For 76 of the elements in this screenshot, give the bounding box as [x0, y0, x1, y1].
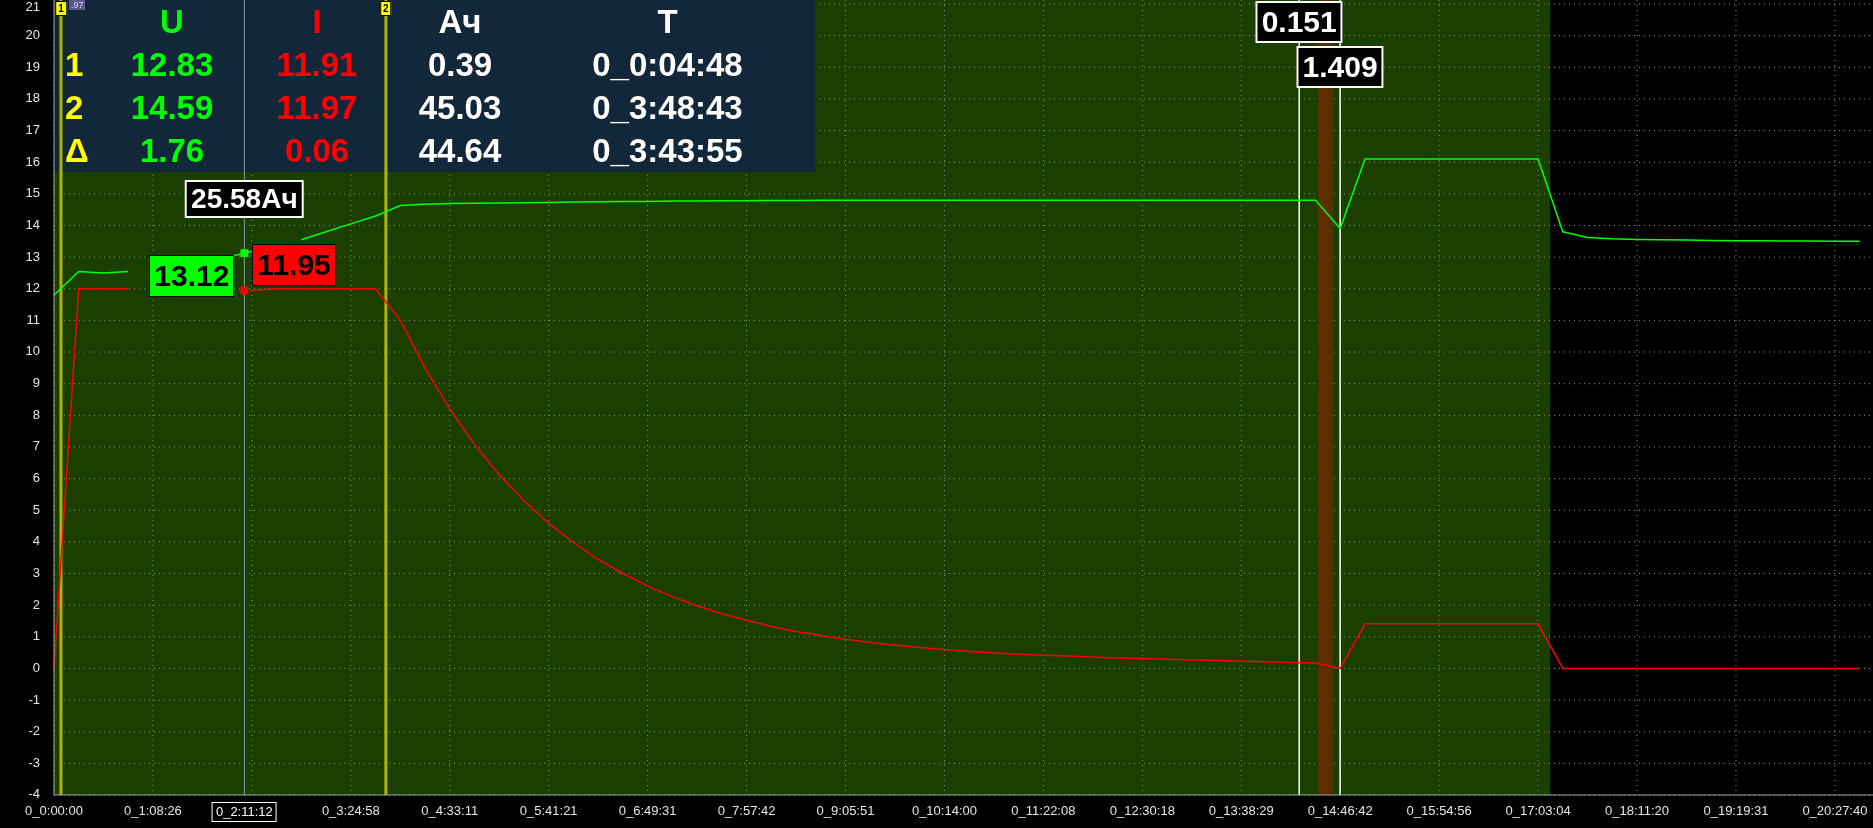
axis-tick-label: 19	[25, 58, 40, 74]
value-label: 25.58Ач	[185, 179, 304, 218]
axis-tick-label: 1	[32, 628, 40, 644]
table-cell-text: 45.03	[418, 88, 502, 128]
axis-tick-label: 0_0:00:00	[25, 803, 83, 819]
axis-tick-label: 0_5:41:21	[519, 803, 578, 819]
axis-tick-label: 10	[25, 343, 40, 359]
axis-tick-label: 21	[25, 0, 40, 15]
axis-tick-label: 0_9:05:51	[816, 803, 875, 819]
value-label: 1.409	[1296, 46, 1384, 88]
data-point	[240, 286, 249, 295]
axis-tick-label: 17	[25, 122, 40, 137]
table-cell-text: 0_0:04:48	[592, 45, 743, 85]
axis-tick-label: 7	[32, 438, 40, 454]
axis-tick-label: 0_11:22:08	[1011, 803, 1076, 819]
table-cell-text: 0.06	[284, 131, 350, 171]
axis-tick-label: 0_6:49:31	[618, 803, 677, 819]
table-cell-text: 12.83	[130, 45, 214, 85]
table-cell-text: 11.97	[276, 88, 358, 128]
axis-tick-label: 13	[25, 248, 40, 264]
time-label: 0_2:11:12	[211, 802, 277, 822]
axis-tick-label: 14	[25, 216, 40, 232]
table-cell-text: 0.39	[427, 45, 493, 85]
axis-tick-label: -2	[28, 723, 40, 739]
axis-tick-label: -3	[28, 754, 40, 770]
axis-tick-label: 15	[25, 185, 40, 201]
row-label: 2	[65, 88, 84, 128]
axis-tick-label: 0_19:19:31	[1703, 803, 1769, 819]
column-header: I	[312, 2, 322, 42]
axis-tick-label: -1	[28, 691, 40, 707]
axis-tick-label: 11	[26, 311, 40, 327]
axis-tick-label: 0_17:03:04	[1505, 803, 1571, 819]
column-header: T	[657, 2, 678, 42]
axis-tick-label: 6	[32, 470, 40, 486]
axis-tick-label: 20	[25, 27, 40, 43]
cursor-tag[interactable]: 2	[380, 1, 392, 16]
axis-tick-label: -4	[28, 786, 40, 802]
axis-tick-label: 4	[32, 533, 40, 549]
column-header: U	[160, 2, 184, 42]
axis-tick-label: 0_3:24:58	[321, 803, 380, 819]
table-cell-text: 44.64	[418, 131, 502, 171]
value-label: 0.151	[1255, 1, 1343, 43]
cursor-line[interactable]	[59, 0, 63, 795]
value-label: 11.95	[252, 244, 336, 287]
axis-tick-label: 0_15:54:56	[1406, 803, 1472, 819]
axis-tick-label: 0_7:57:42	[717, 803, 776, 819]
axis-tick-label: 0_1:08:26	[124, 803, 182, 819]
axis-tick-label: 0	[32, 659, 40, 675]
axis-tick-label: 0_18:11:20	[1605, 803, 1670, 819]
table-cell-text: 0_3:43:55	[592, 131, 743, 171]
row-label: 1	[65, 45, 84, 85]
table-cell-text: 1.76	[139, 131, 205, 171]
table-cell-text: 14.59	[130, 88, 214, 128]
axis-tick-label: 9	[32, 375, 40, 391]
axis-tick-label: 0_14:46:42	[1307, 803, 1373, 819]
column-header: Ач	[438, 2, 482, 42]
axis-tick-label: 0_20:27:40	[1802, 803, 1868, 819]
axis-tick-label: 0_13:38:29	[1208, 803, 1274, 819]
axis-tick-label: 0_10:14:00	[911, 803, 977, 819]
axis-tick-label: 3	[32, 564, 40, 580]
axis-tick-label: 5	[32, 501, 40, 517]
cursor-tag[interactable]: 1	[55, 1, 67, 16]
value-label: 13.12	[149, 255, 235, 298]
axis-tick-label: 12	[25, 280, 40, 296]
axis-tick-label: 0_4:33:11	[421, 803, 479, 819]
axis-tick-label: 18	[25, 90, 40, 106]
axis-tick-label: 2	[32, 596, 40, 612]
cursor-line[interactable]	[384, 0, 388, 795]
axis-tick-label: 0_12:30:18	[1109, 803, 1175, 819]
axis-tick-label: 16	[25, 153, 40, 169]
table-cell-text: 0_3:48:43	[592, 88, 743, 128]
data-point	[240, 249, 249, 258]
row-label: Δ	[65, 131, 89, 171]
axis-tick-label: 8	[32, 406, 40, 422]
tag-label: .97	[68, 0, 86, 10]
table-cell-text: 11.91	[276, 45, 358, 85]
